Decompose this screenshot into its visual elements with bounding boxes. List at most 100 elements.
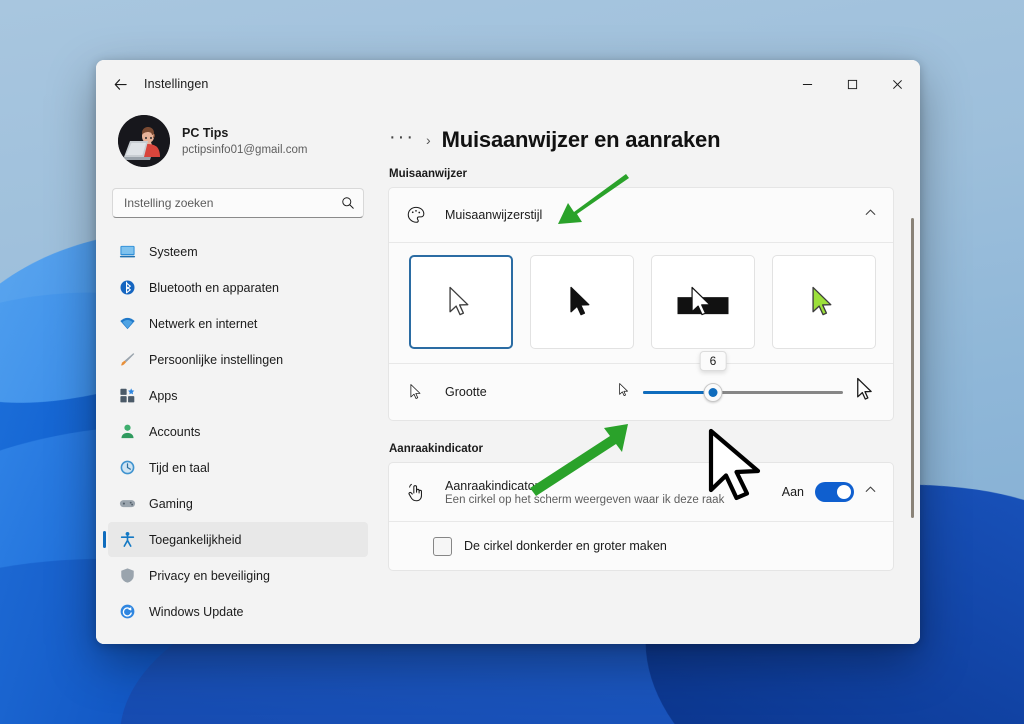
touch-indicator-toggle[interactable] <box>815 482 854 502</box>
update-icon <box>119 603 136 620</box>
back-button[interactable] <box>104 68 136 100</box>
sidebar-item-label: Apps <box>149 388 178 403</box>
pointer-size-title: Grootte <box>445 385 487 399</box>
account-icon <box>119 423 136 440</box>
pointer-custom-green-icon <box>812 286 832 316</box>
darker-circle-checkbox[interactable] <box>433 536 452 556</box>
settings-window: Instellingen PC Tips pctipsinfo01@gmail.… <box>96 60 920 644</box>
close-button[interactable] <box>875 60 920 108</box>
apps-icon <box>119 387 136 404</box>
accessibility-icon <box>119 531 136 548</box>
sidebar-item-label: Privacy en beveiliging <box>149 568 270 583</box>
sidebar-item-label: Bluetooth en apparaten <box>149 280 279 295</box>
breadcrumb-separator-icon: › <box>425 132 431 148</box>
darker-circle-label: De cirkel donkerder en groter maken <box>464 539 667 553</box>
title-bar: Instellingen <box>96 60 920 108</box>
sidebar-item-windows-update[interactable]: Windows Update <box>108 594 368 629</box>
touch-indicator-text: Aanraakindicator Een cirkel op het scher… <box>445 479 782 506</box>
touch-icon <box>405 482 427 503</box>
clock-icon <box>119 459 136 476</box>
pointer-white-icon <box>449 286 469 316</box>
minimize-button[interactable] <box>785 60 830 108</box>
sidebar-item-accounts[interactable]: Accounts <box>108 414 368 449</box>
maximize-icon <box>847 79 858 89</box>
sidebar-item-label: Systeem <box>149 244 198 259</box>
pointer-style-text: Muisaanwijzerstijl <box>445 208 854 222</box>
sidebar-item-apps[interactable]: Apps <box>108 378 368 413</box>
pointer-inverted-icon <box>677 286 729 316</box>
account-name: PC Tips <box>182 125 229 140</box>
pointer-size-max-icon <box>855 376 877 408</box>
sidebar-nav: Systeem Bluetooth en apparaten Netwerk e… <box>103 232 368 629</box>
sidebar-item-label: Tijd en taal <box>149 460 210 475</box>
brush-icon <box>119 351 136 368</box>
sidebar-item-netwerk-en-internet[interactable]: Netwerk en internet <box>108 306 368 341</box>
slider-value-tooltip: 6 <box>699 351 727 371</box>
app-title: Instellingen <box>144 77 209 91</box>
sidebar-item-label: Toegankelijkheid <box>149 532 242 547</box>
account-email: pctipsinfo01@gmail.com <box>182 143 308 156</box>
sidebar-item-label: Netwerk en internet <box>149 316 258 331</box>
scrollbar-thumb[interactable] <box>911 218 914 518</box>
close-icon <box>893 79 902 89</box>
user-avatar-icon <box>118 115 170 167</box>
touch-indicator-row[interactable]: Aanraakindicator Een cirkel op het scher… <box>389 463 893 521</box>
pointer-black-icon <box>570 286 590 316</box>
pointer-style-swatches <box>389 243 893 363</box>
sidebar-item-bluetooth-en-apparaten[interactable]: Bluetooth en apparaten <box>108 270 368 305</box>
slider-thumb[interactable] <box>703 382 723 402</box>
page-title: Muisaanwijzer en aanraken <box>441 127 721 152</box>
main-content: ··· › Muisaanwijzer en aanraken Muisaanw… <box>380 108 920 644</box>
sidebar-item-label: Windows Update <box>149 604 244 619</box>
shield-icon <box>119 567 136 584</box>
toggle-state-label: Aan <box>781 485 804 499</box>
back-arrow-icon <box>114 78 127 90</box>
touch-indicator-title: Aanraakindicator <box>445 478 539 493</box>
sidebar-item-label: Persoonlijke instellingen <box>149 352 284 367</box>
section-label-muisaanwijzer: Muisaanwijzer <box>389 168 467 180</box>
sidebar: PC Tips pctipsinfo01@gmail.com Systeem <box>96 108 380 644</box>
minimize-icon <box>802 83 813 85</box>
avatar <box>118 115 170 167</box>
sidebar-item-toegankelijkheid[interactable]: Toegankelijkheid <box>103 522 368 557</box>
system-icon <box>119 243 136 260</box>
chevron-up-icon[interactable] <box>864 483 877 501</box>
wifi-icon <box>119 315 136 332</box>
breadcrumb-overflow-button[interactable]: ··· <box>389 127 415 150</box>
touch-indicator-subtitle: Een cirkel op het scherm weergeven waar … <box>445 493 725 506</box>
sidebar-item-label: Accounts <box>149 424 201 439</box>
section-label-aanraakindicator: Aanraakindicator <box>389 443 483 455</box>
gamepad-icon <box>119 495 136 512</box>
pointer-size-slider[interactable]: 6 <box>643 351 843 403</box>
account-block[interactable]: PC Tips pctipsinfo01@gmail.com <box>108 108 368 170</box>
palette-icon <box>405 205 427 225</box>
window-controls <box>785 60 920 108</box>
sidebar-item-systeem[interactable]: Systeem <box>108 234 368 269</box>
sidebar-item-gaming[interactable]: Gaming <box>108 486 368 521</box>
account-text: PC Tips pctipsinfo01@gmail.com <box>182 124 307 159</box>
search-box[interactable] <box>112 188 364 218</box>
sidebar-item-privacy-en-beveiliging[interactable]: Privacy en beveiliging <box>108 558 368 593</box>
bluetooth-icon <box>119 279 136 296</box>
pointer-swatch-wit[interactable] <box>409 255 513 349</box>
sidebar-item-persoonlijke-instellingen[interactable]: Persoonlijke instellingen <box>108 342 368 377</box>
touch-indicator-card: Aanraakindicator Een cirkel op het scher… <box>388 462 894 571</box>
pointer-style-title: Muisaanwijzerstijl <box>445 208 543 222</box>
pointer-swatch-aangepast[interactable] <box>772 255 876 349</box>
pointer-size-min-icon <box>618 382 631 403</box>
search-input[interactable] <box>124 196 341 210</box>
chevron-up-icon[interactable] <box>864 206 877 224</box>
pointer-swatch-zwart[interactable] <box>530 255 634 349</box>
maximize-button[interactable] <box>830 60 875 108</box>
darker-circle-row[interactable]: De cirkel donkerder en groter maken <box>389 522 893 570</box>
sidebar-item-label: Gaming <box>149 496 193 511</box>
pointer-style-row[interactable]: Muisaanwijzerstijl <box>389 188 893 242</box>
touch-indicator-toggle-wrap: Aan <box>782 482 854 502</box>
pointer-swatch-omgekeerd[interactable] <box>651 255 755 349</box>
content-scrollbar[interactable] <box>911 154 914 630</box>
pointer-size-row: Grootte 6 <box>389 351 893 420</box>
pointer-style-card: Muisaanwijzerstijl Grootte 6 <box>388 187 894 421</box>
sidebar-item-tijd-en-taal[interactable]: Tijd en taal <box>108 450 368 485</box>
slider-fill <box>643 390 713 394</box>
pointer-size-slider-area: 6 <box>618 351 877 408</box>
